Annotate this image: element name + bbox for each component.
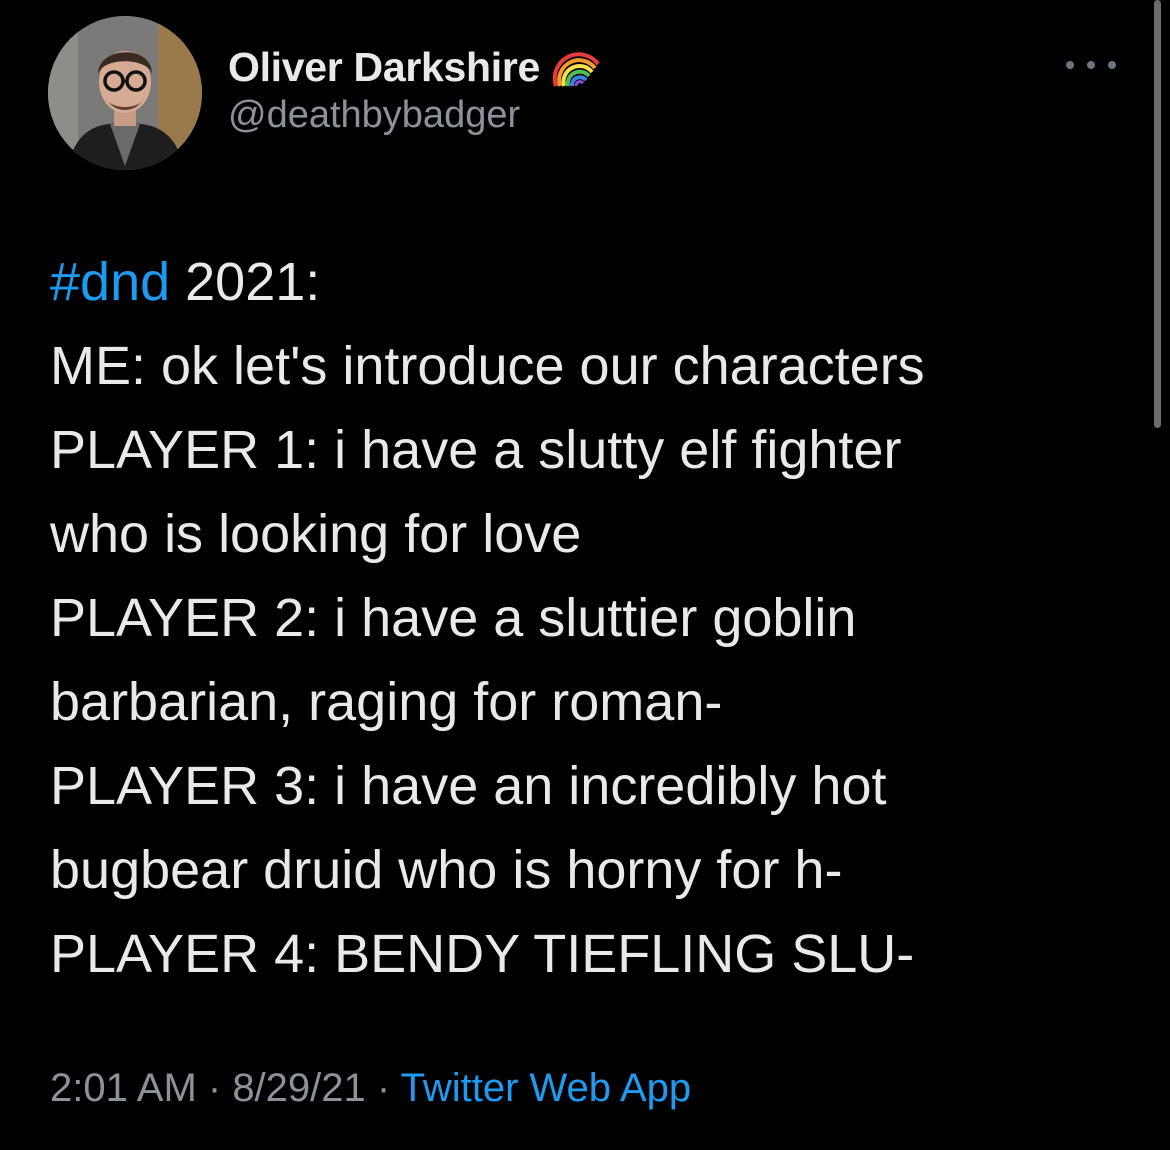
tweet-text: #dnd 2021: ME: ok let's introduce our ch… [50,240,1130,996]
display-name-row: Oliver Darkshire [228,42,602,92]
more-options-icon [1108,61,1116,69]
more-options-icon [1066,61,1074,69]
meta-separator: · [365,1066,401,1110]
profile-photo [48,16,202,170]
more-options-icon [1087,61,1095,69]
meta-separator: · [196,1066,233,1110]
tweet-author: Oliver Darkshire @deathbybadger [228,42,602,137]
tweet-time[interactable]: 2:01 AM [50,1066,197,1110]
tweet-line: PLAYER 2: i have a sluttier goblin [50,588,857,648]
tweet-line: PLAYER 3: i have an incredibly hot [50,756,887,816]
tweet-source-link[interactable]: Twitter Web App [401,1066,692,1110]
tweet-date[interactable]: 8/29/21 [232,1066,365,1110]
tweet-line: bugbear druid who is horny for h- [50,840,843,900]
tweet-line: #dnd 2021: [50,240,1130,324]
tweet-line-text: 2021: [170,252,321,312]
hashtag-link[interactable]: #dnd [50,252,170,312]
tweet-line: PLAYER 4: BENDY TIEFLING SLU- [50,924,915,984]
tweet-line: PLAYER 1: i have a slutty elf fighter [50,420,902,480]
scrollbar-thumb[interactable] [1154,0,1161,428]
rainbow-icon [552,42,602,92]
avatar[interactable] [48,16,202,170]
more-options-button[interactable] [1066,50,1116,80]
scrollbar[interactable] [1150,0,1164,430]
display-name[interactable]: Oliver Darkshire [228,44,540,91]
user-handle[interactable]: @deathbybadger [228,94,602,137]
tweet-line: barbarian, raging for roman- [50,672,723,732]
tweet-line: who is looking for love [50,504,582,564]
tweet-line: ME: ok let's introduce our characters [50,336,925,396]
tweet-meta: 2:01 AM · 8/29/21 · Twitter Web App [50,1066,691,1111]
